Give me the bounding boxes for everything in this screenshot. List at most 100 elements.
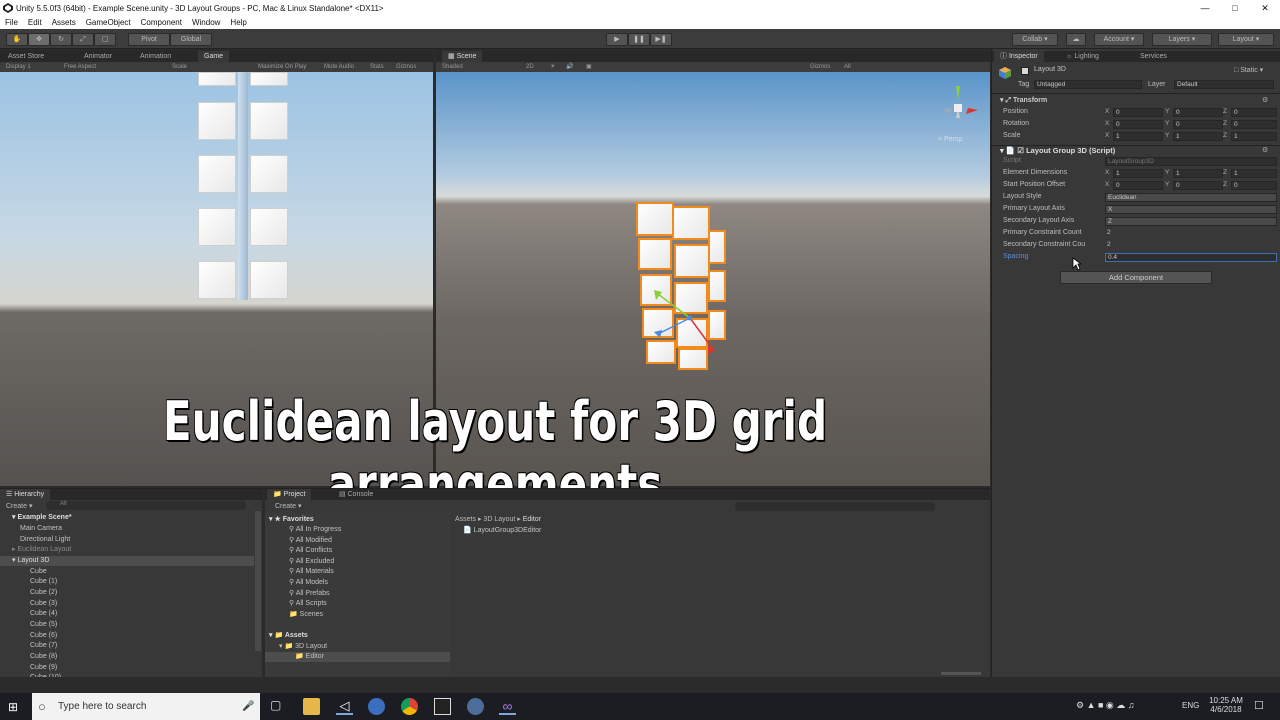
fav-all-prefabs[interactable]: ⚲ All Prefabs	[289, 589, 330, 599]
windows-start-icon[interactable]: ⊞	[8, 700, 18, 714]
tab-game[interactable]: Game	[198, 51, 230, 62]
menu-help[interactable]: Help	[225, 18, 251, 27]
primary-count-field[interactable]: 2	[1105, 229, 1277, 238]
hierarchy-item-cube[interactable]: Cube	[30, 567, 47, 577]
fav-all-materials[interactable]: ⚲ All Materials	[289, 567, 334, 577]
menu-gameobject[interactable]: GameObject	[81, 18, 136, 27]
favorites-header[interactable]: ▾ ★ Favorites	[269, 515, 314, 525]
hierarchy-item-directional-light[interactable]: Directional Light	[20, 535, 70, 545]
2d-toggle[interactable]: 2D	[526, 62, 534, 72]
step-button[interactable]: ▶❚	[650, 33, 672, 46]
tab-inspector[interactable]: ⓘ Inspector	[994, 51, 1044, 62]
scene-gizmos-dropdown[interactable]: Gizmos	[810, 62, 830, 72]
tab-console[interactable]: ▤ Console	[333, 489, 379, 500]
rotate-tool-button[interactable]: ↻	[50, 33, 72, 46]
fav-all-excluded[interactable]: ⚲ All Excluded	[289, 557, 334, 567]
scene-root-item[interactable]: ▾ Example Scene*	[12, 513, 72, 523]
transform-header[interactable]: ▾ ⤢ Transform	[1000, 96, 1047, 105]
move-tool-button[interactable]: ✥	[28, 33, 50, 46]
hierarchy-item-cube-1[interactable]: Cube (1)	[30, 577, 57, 587]
hierarchy-item-main-camera[interactable]: Main Camera	[20, 524, 62, 534]
layout-group-header[interactable]: ▾ 📄 ☑ Layout Group 3D (Script)	[1000, 146, 1115, 155]
hierarchy-item-cube-7[interactable]: Cube (7)	[30, 641, 57, 651]
hierarchy-item-cube-3[interactable]: Cube (3)	[30, 599, 57, 609]
tab-hierarchy[interactable]: ☰ Hierarchy	[0, 489, 51, 500]
start-offset-x-field[interactable]: 0	[1113, 181, 1163, 190]
hierarchy-scrollbar[interactable]	[255, 511, 261, 651]
file-explorer-icon[interactable]	[303, 698, 320, 715]
mute-audio-toggle[interactable]: Mute Audio	[324, 62, 354, 72]
gizmos-dropdown[interactable]: Gizmos	[396, 62, 416, 72]
hierarchy-item-layout-3d[interactable]: ▾ Layout 3D	[0, 556, 254, 566]
pivot-button[interactable]: Pivot	[128, 33, 170, 46]
visual-studio-icon[interactable]: ∞	[499, 698, 516, 715]
scale-slider[interactable]: Scale	[172, 62, 187, 72]
tab-asset-store[interactable]: Asset Store	[2, 51, 50, 62]
account-dropdown[interactable]: Account ▾	[1094, 33, 1144, 46]
display-dropdown[interactable]: Display 1	[6, 62, 31, 72]
fav-scenes[interactable]: 📁 Scenes	[289, 610, 323, 620]
scale-tool-button[interactable]: ⤢	[72, 33, 94, 46]
spacing-label[interactable]: Spacing	[1003, 252, 1028, 262]
position-y-field[interactable]: 0	[1173, 108, 1223, 117]
breadcrumb-3d-layout[interactable]: 3D Layout	[483, 516, 515, 523]
clock[interactable]: 10:25 AM 4/6/2018	[1206, 696, 1246, 714]
taskbar-search-input[interactable]: ○ Type here to search 🎤	[32, 693, 260, 720]
tag-dropdown[interactable]: Untagged	[1034, 80, 1142, 89]
notification-icon[interactable]: ☐	[1254, 699, 1264, 712]
tray-icons[interactable]: ⚙ ▲ ■ ◉ ☁ ♫	[1076, 700, 1135, 711]
stats-toggle[interactable]: Stats	[370, 62, 384, 72]
layout-style-dropdown[interactable]: Euclidean	[1105, 193, 1277, 202]
component-settings-icon[interactable]: ⚙	[1262, 146, 1268, 154]
primary-axis-dropdown[interactable]: X	[1105, 205, 1277, 214]
element-dim-y-field[interactable]: 1	[1173, 169, 1223, 178]
unity-taskbar-icon[interactable]: ◁	[336, 698, 353, 715]
hierarchy-item-euclidean-layout[interactable]: ▸ Euclidean Layout	[12, 545, 71, 555]
project-create-dropdown[interactable]: Create ▾	[275, 502, 301, 510]
hierarchy-item-cube-5[interactable]: Cube (5)	[30, 620, 57, 630]
breadcrumb-editor[interactable]: Editor	[523, 516, 541, 523]
file-layoutgroup3deditor[interactable]: 📄 LayoutGroup3DEditor	[463, 526, 541, 536]
fav-all-scripts[interactable]: ⚲ All Scripts	[289, 599, 327, 609]
notepad-icon[interactable]	[434, 698, 451, 715]
scene-orientation-gizmo-icon[interactable]	[936, 82, 980, 138]
start-offset-y-field[interactable]: 0	[1173, 181, 1223, 190]
fav-all-in-progress[interactable]: ⚲ All In Progress	[289, 525, 341, 535]
maximize-on-play-toggle[interactable]: Maximize On Play	[258, 62, 306, 72]
shading-mode-dropdown[interactable]: Shaded	[442, 62, 463, 72]
lighting-toggle-icon[interactable]: ☀	[550, 62, 555, 72]
assets-header[interactable]: ▾ 📁 Assets	[269, 631, 308, 641]
chrome-icon[interactable]	[401, 698, 418, 715]
active-checkbox[interactable]	[1021, 67, 1029, 75]
menu-assets[interactable]: Assets	[47, 18, 81, 27]
tab-project[interactable]: 📁 Project	[267, 489, 312, 500]
cloud-icon[interactable]: ☁	[1066, 33, 1086, 46]
scene-search-input[interactable]: All	[844, 62, 851, 72]
layers-dropdown[interactable]: Layers ▾	[1152, 33, 1212, 46]
folder-3d-layout[interactable]: ▾ 📁 3D Layout	[279, 642, 327, 652]
position-z-field[interactable]: 0	[1231, 108, 1277, 117]
spacing-field[interactable]: 0.4	[1105, 253, 1277, 262]
audio-toggle-icon[interactable]: 🔊	[566, 62, 573, 72]
scale-y-field[interactable]: 1	[1173, 132, 1223, 141]
minimize-button[interactable]: —	[1190, 0, 1220, 16]
add-component-button[interactable]: Add Component	[1060, 271, 1212, 284]
static-toggle[interactable]: □ Static ▾	[1234, 66, 1263, 74]
tab-services[interactable]: Services	[1134, 51, 1173, 62]
object-name-field[interactable]: Layout 3D	[1032, 66, 1228, 75]
settings-app-icon[interactable]	[368, 698, 385, 715]
move-gizmo-icon[interactable]	[650, 284, 716, 362]
scale-x-field[interactable]: 1	[1113, 132, 1163, 141]
transform-settings-icon[interactable]: ⚙	[1262, 96, 1268, 104]
language-indicator[interactable]: ENG	[1182, 701, 1199, 710]
global-button[interactable]: Global	[170, 33, 212, 46]
play-button[interactable]: ▶	[606, 33, 628, 46]
rotation-y-field[interactable]: 0	[1173, 120, 1223, 129]
scene-cube-stack[interactable]	[632, 198, 730, 374]
hierarchy-item-cube-4[interactable]: Cube (4)	[30, 609, 57, 619]
menu-window[interactable]: Window	[187, 18, 225, 27]
hierarchy-create-dropdown[interactable]: Create ▾	[6, 502, 32, 510]
secondary-axis-dropdown[interactable]: Z	[1105, 217, 1277, 226]
pause-button[interactable]: ❚❚	[628, 33, 650, 46]
fav-all-modified[interactable]: ⚲ All Modified	[289, 536, 332, 546]
